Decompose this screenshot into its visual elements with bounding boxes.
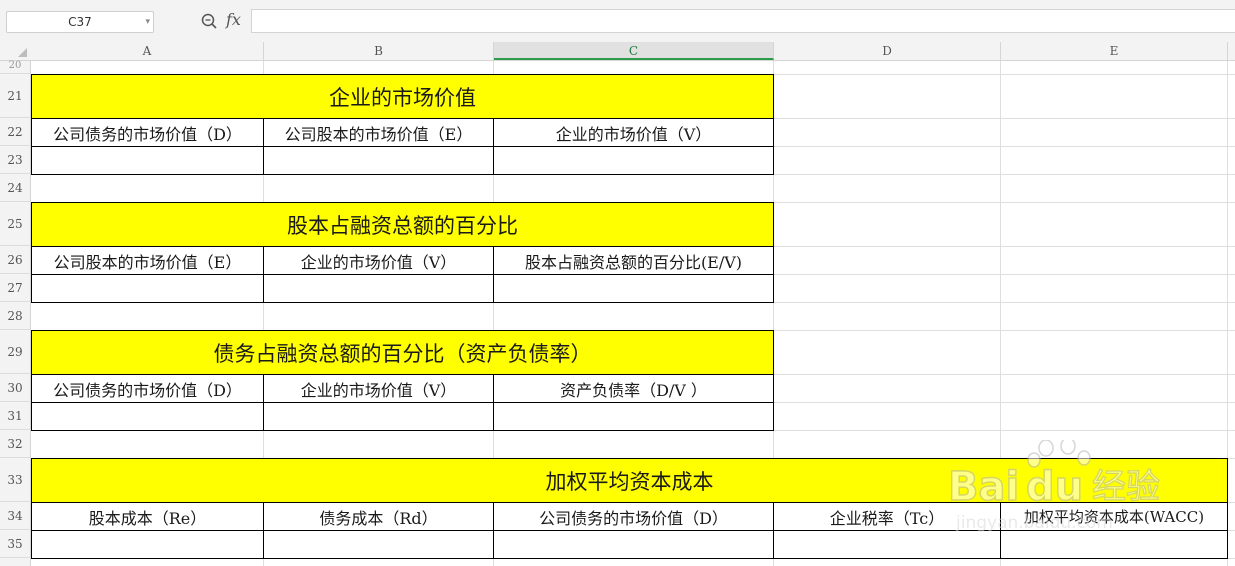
table-header-cell[interactable]: 公司债务的市场价值（D） (493, 502, 774, 531)
name-box-value: C37 (68, 15, 92, 29)
input-cell[interactable] (493, 146, 774, 175)
row-header-28[interactable]: 28 (0, 302, 30, 330)
table-header-cell[interactable]: 债务成本（Rd） (263, 502, 494, 531)
table-header-cell[interactable]: 公司债务的市场价值（D） (31, 374, 264, 403)
column-header-bar: A B C D E (0, 42, 1235, 61)
table-header-cell[interactable]: 公司股本的市场价值（E） (263, 118, 494, 147)
select-all-icon (18, 48, 27, 57)
table-header-cell[interactable]: 股本占融资总额的百分比(E/V) (493, 246, 774, 275)
row-header-26[interactable]: 26 (0, 246, 30, 274)
row-header-34[interactable]: 34 (0, 502, 30, 530)
row-header-24[interactable]: 24 (0, 174, 30, 202)
column-header-a[interactable]: A (31, 42, 264, 60)
table-title-market-value[interactable]: 企业的市场价值 (31, 74, 774, 119)
row-header-22[interactable]: 22 (0, 118, 30, 146)
column-header-b[interactable]: B (264, 42, 494, 60)
table-header-cell[interactable]: 企业的市场价值（V） (493, 118, 774, 147)
select-all-corner[interactable] (0, 42, 31, 60)
row-header-33[interactable]: 33 (0, 458, 30, 502)
column-header-c[interactable]: C (494, 42, 774, 60)
input-cell[interactable] (263, 274, 494, 303)
row-header-23[interactable]: 23 (0, 146, 30, 174)
watermark-brand: Bai (948, 464, 1019, 510)
formula-bar: C37 ▾ fx (0, 0, 1235, 42)
input-cell[interactable] (263, 146, 494, 175)
input-cell[interactable] (493, 402, 774, 431)
row-header-21[interactable]: 21 (0, 74, 30, 118)
input-cell[interactable] (31, 146, 264, 175)
row-header-27[interactable]: 27 (0, 274, 30, 302)
table-header-cell[interactable]: 公司债务的市场价值（D） (31, 118, 264, 147)
row-header-31[interactable]: 31 (0, 402, 30, 430)
input-cell[interactable] (493, 274, 774, 303)
row-header-bar: 20 21 22 23 24 25 26 27 28 29 30 31 32 3… (0, 61, 31, 566)
zoom-icon[interactable] (200, 12, 218, 30)
input-cell[interactable] (31, 274, 264, 303)
input-cell[interactable] (263, 530, 494, 559)
watermark-url: jingyan.baidu.com (955, 513, 1113, 533)
chevron-down-icon[interactable]: ▾ (145, 12, 150, 32)
row-header-29[interactable]: 29 (0, 330, 30, 374)
row-header-35[interactable]: 35 (0, 530, 30, 558)
watermark-cn: 经验 (1092, 467, 1160, 507)
table-header-cell[interactable]: 企业的市场价值（V） (263, 374, 494, 403)
row-header-30[interactable]: 30 (0, 374, 30, 402)
input-cell[interactable] (31, 402, 264, 431)
table-header-cell[interactable]: 资产负债率（D/V ） (493, 374, 774, 403)
input-cell[interactable] (493, 530, 774, 559)
baidu-jingyan-watermark: Bai du 经验 jingyan.baidu.com (947, 440, 1161, 533)
row-header-32[interactable]: 32 (0, 430, 30, 458)
column-header-d[interactable]: D (774, 42, 1001, 60)
table-header-cell[interactable]: 股本成本（Re） (31, 502, 264, 531)
name-box[interactable]: C37 ▾ (6, 11, 154, 33)
column-header-e[interactable]: E (1001, 42, 1228, 60)
formula-input[interactable] (251, 9, 1235, 33)
fx-icon[interactable]: fx (226, 10, 241, 29)
table-header-cell[interactable]: 公司股本的市场价值（E） (31, 246, 264, 275)
input-cell[interactable] (31, 530, 264, 559)
watermark-brand2: du (1026, 464, 1083, 510)
table-title-equity-ratio[interactable]: 股本占融资总额的百分比 (31, 202, 774, 247)
table-header-cell[interactable]: 企业的市场价值（V） (263, 246, 494, 275)
row-header-20[interactable]: 20 (0, 61, 30, 74)
input-cell[interactable] (263, 402, 494, 431)
table-title-debt-ratio[interactable]: 债务占融资总额的百分比（资产负债率） (31, 330, 774, 375)
row-header-25[interactable]: 25 (0, 202, 30, 246)
